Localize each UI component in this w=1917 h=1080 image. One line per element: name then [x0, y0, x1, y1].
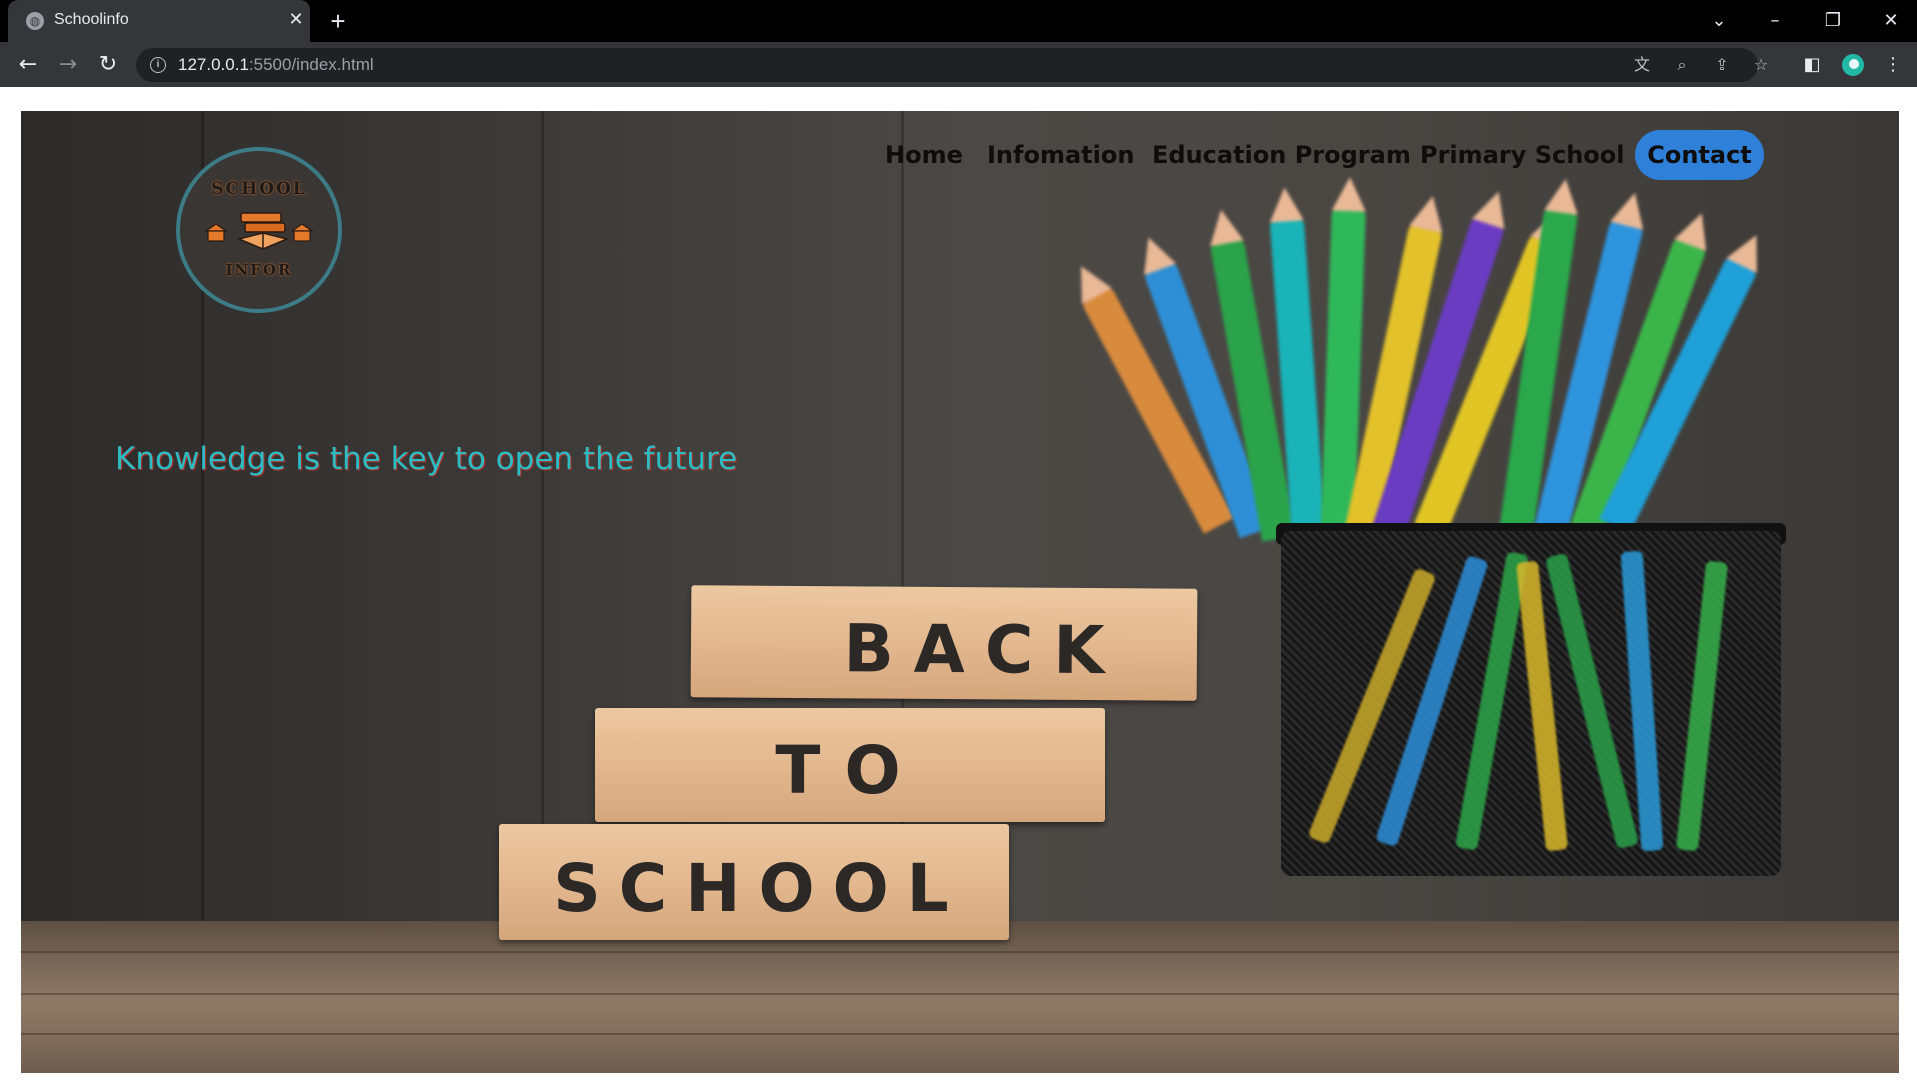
logo-top-text: SCHOOL — [211, 179, 307, 199]
forward-button[interactable]: → — [54, 51, 82, 79]
logo-bottom-text: INFOR — [225, 261, 293, 279]
new-tab-button[interactable]: + — [324, 8, 352, 36]
table-grain — [21, 993, 1899, 995]
school-building-icon — [290, 223, 314, 242]
site-info-icon[interactable]: i — [150, 57, 166, 73]
school-info-logo[interactable]: SCHOOL INFOR — [176, 147, 342, 313]
wooden-table — [21, 921, 1899, 1073]
browser-tab[interactable]: ◍ Schoolinfo ✕ — [8, 0, 310, 42]
wooden-block-school: SCHOOL — [499, 824, 1009, 940]
translate-icon[interactable]: 文 — [1631, 54, 1653, 76]
block-text: SCHOOL — [553, 850, 967, 927]
table-grain — [21, 1033, 1899, 1035]
block-text: TO — [775, 732, 925, 809]
browser-tab-strip: ◍ Schoolinfo ✕ + ⌄ – ❐ ✕ — [0, 0, 1917, 42]
nav-education-program-link[interactable]: Education Program — [1152, 130, 1411, 180]
nav-primary-school-link[interactable]: Primary School — [1420, 130, 1625, 180]
restore-button[interactable]: ❐ — [1818, 6, 1848, 36]
books-icon — [236, 212, 290, 250]
zoom-icon[interactable]: ⌕ — [1671, 54, 1693, 76]
nav-infomation-link[interactable]: Infomation — [987, 130, 1134, 180]
profile-avatar[interactable] — [1840, 52, 1866, 78]
reload-button[interactable]: ↻ — [94, 51, 122, 79]
browser-toolbar: ← → ↻ i 127.0.0.1:5500/index.html 文 ⌕ ⇪ … — [0, 42, 1917, 87]
tab-title: Schoolinfo — [54, 11, 129, 28]
address-bar[interactable]: i 127.0.0.1:5500/index.html 文 ⌕ ⇪ ☆ — [136, 48, 1768, 82]
wooden-block-to: TO — [595, 708, 1105, 822]
table-grain — [21, 951, 1899, 953]
side-panel-icon[interactable]: ◧ — [1799, 52, 1825, 78]
block-text: BACK — [843, 610, 1125, 690]
hero-tagline: Knowledge is the key to open the future — [115, 441, 738, 477]
minimize-button[interactable]: – — [1760, 6, 1790, 36]
nav-home-link[interactable]: Home — [885, 130, 963, 180]
pencil-cup — [1281, 531, 1781, 876]
url-text[interactable]: 127.0.0.1:5500/index.html — [178, 55, 374, 75]
globe-icon: ◍ — [26, 12, 44, 30]
tab-search-chevron-icon[interactable]: ⌄ — [1704, 6, 1734, 36]
bookmark-star-icon[interactable]: ☆ — [1750, 54, 1772, 76]
school-building-icon — [204, 223, 228, 242]
wooden-block-back: BACK — [690, 585, 1198, 701]
contact-button[interactable]: Contact — [1635, 130, 1764, 180]
page-viewport: BACK TO SCHOOL SCHOOL INFOR Home Infomat… — [0, 87, 1917, 1080]
share-icon[interactable]: ⇪ — [1711, 54, 1733, 76]
close-window-button[interactable]: ✕ — [1876, 6, 1906, 36]
close-tab-icon[interactable]: ✕ — [284, 8, 308, 32]
menu-kebab-icon[interactable]: ⋮ — [1880, 52, 1906, 78]
back-button[interactable]: ← — [14, 51, 42, 79]
hero-section: BACK TO SCHOOL SCHOOL INFOR Home Infomat… — [21, 111, 1899, 1073]
wall-plank-line — [541, 111, 544, 931]
